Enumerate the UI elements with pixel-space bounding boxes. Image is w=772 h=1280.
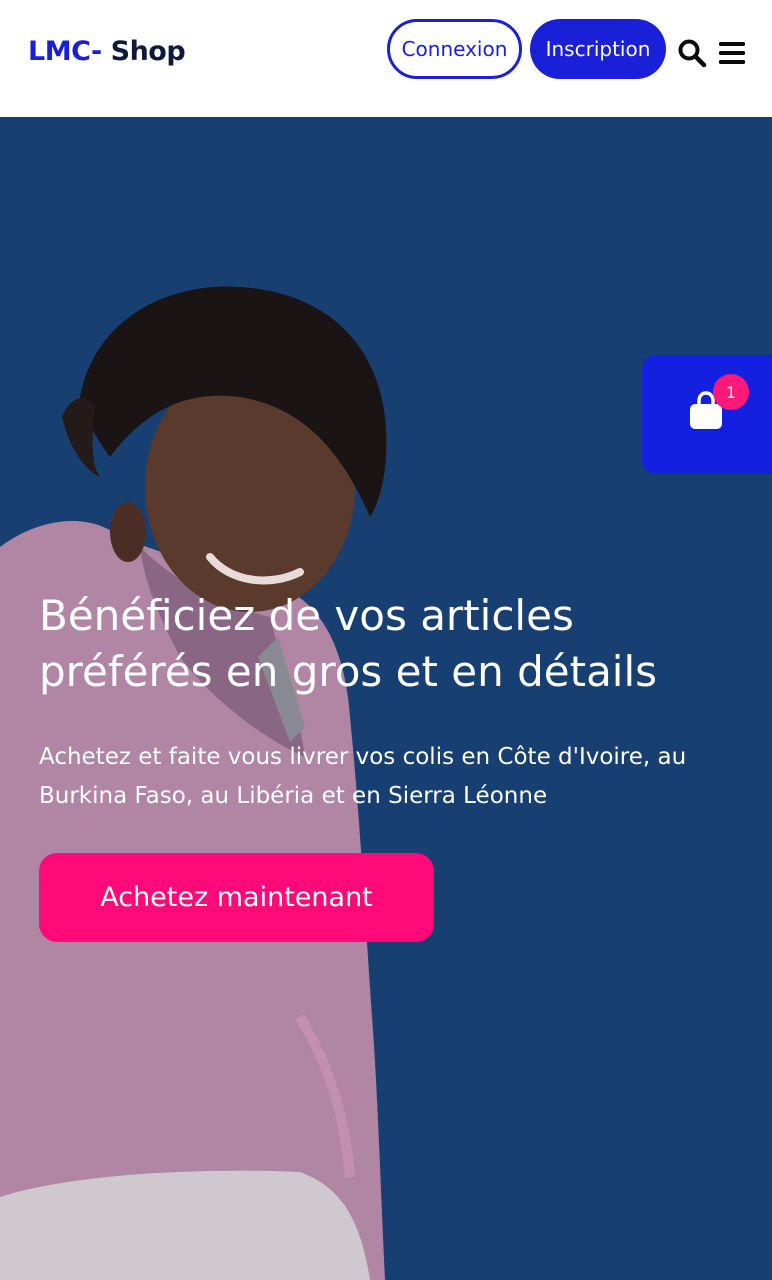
logo-text-part1: LMC- bbox=[28, 36, 102, 67]
hamburger-menu-icon[interactable] bbox=[718, 41, 746, 65]
hero-banner: 1 Bénéficiez de vos articles préférés en… bbox=[0, 117, 772, 1280]
signup-button[interactable]: Inscription bbox=[530, 19, 666, 79]
hero-title: Bénéficiez de vos articles préférés en g… bbox=[39, 591, 658, 696]
site-logo[interactable]: LMC- Shop bbox=[28, 36, 186, 67]
logo-text-part2: Shop bbox=[101, 36, 186, 67]
cart-count-badge: 1 bbox=[713, 374, 749, 410]
search-icon[interactable] bbox=[677, 38, 707, 68]
shop-now-button[interactable]: Achetez maintenant bbox=[39, 853, 434, 942]
login-button[interactable]: Connexion bbox=[387, 19, 522, 79]
site-header: LMC- Shop Connexion Inscription bbox=[0, 0, 772, 117]
cart-button[interactable]: 1 bbox=[642, 355, 772, 474]
hero-subtitle: Achetez et faite vous livrer vos colis e… bbox=[39, 744, 687, 809]
